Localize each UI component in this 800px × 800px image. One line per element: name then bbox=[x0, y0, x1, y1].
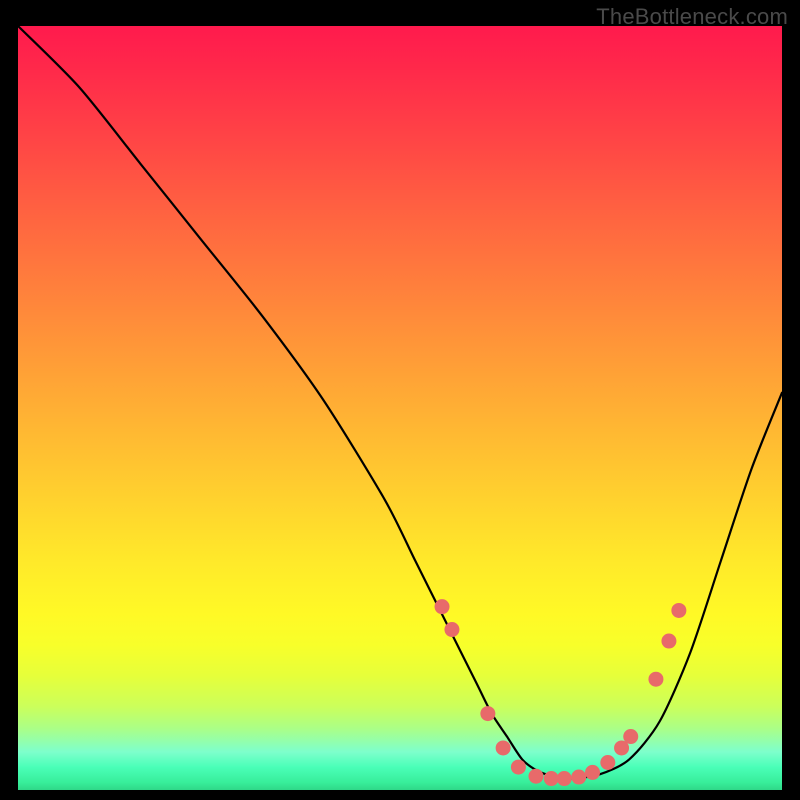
highlight-point bbox=[544, 771, 559, 786]
plot-area bbox=[18, 26, 782, 790]
highlight-point bbox=[444, 622, 459, 637]
highlight-point bbox=[480, 706, 495, 721]
highlight-point bbox=[511, 760, 526, 775]
curve-svg bbox=[18, 26, 782, 790]
watermark-text: TheBottleneck.com bbox=[596, 4, 788, 30]
highlight-point bbox=[557, 771, 572, 786]
highlight-point bbox=[585, 765, 600, 780]
highlight-points bbox=[435, 599, 687, 786]
highlight-point bbox=[600, 755, 615, 770]
highlight-point bbox=[435, 599, 450, 614]
highlight-point bbox=[528, 769, 543, 784]
highlight-point bbox=[571, 770, 586, 785]
highlight-point bbox=[496, 740, 511, 755]
highlight-point bbox=[671, 603, 686, 618]
bottleneck-curve bbox=[18, 26, 782, 779]
highlight-point bbox=[648, 672, 663, 687]
highlight-point bbox=[623, 729, 638, 744]
highlight-point bbox=[661, 634, 676, 649]
